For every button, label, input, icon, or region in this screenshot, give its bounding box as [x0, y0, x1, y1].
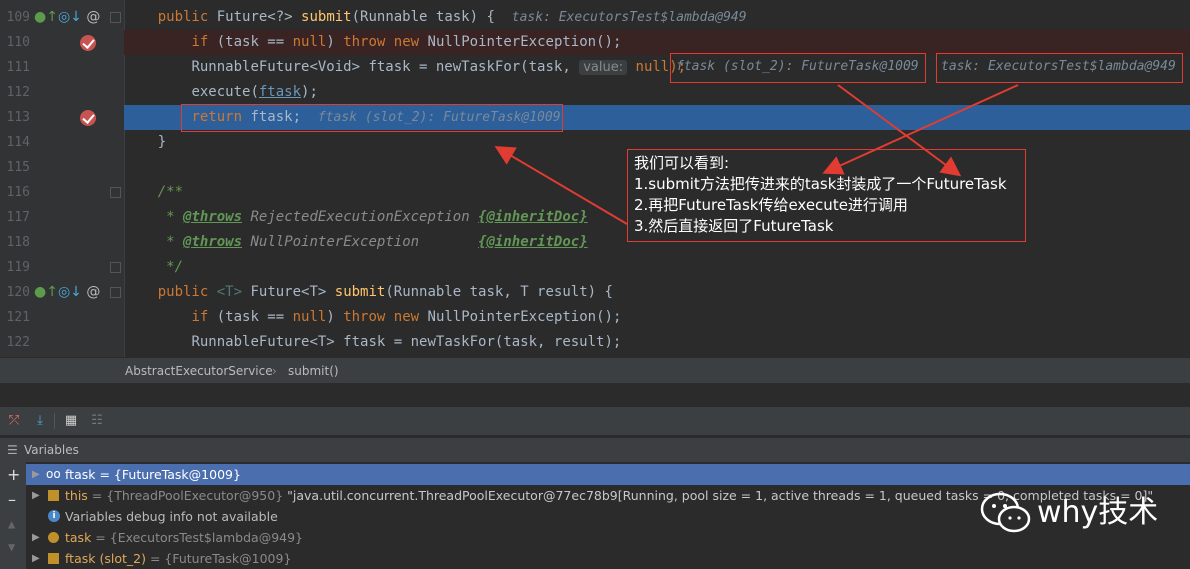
- field-icon: [48, 490, 59, 501]
- info-icon: i: [48, 510, 60, 522]
- variable-row-ftask-slot2[interactable]: ▶ ftask (slot_2) = {FutureTask@1009}: [26, 548, 1190, 569]
- restore-layout-icon[interactable]: ⤱: [5, 412, 23, 430]
- breadcrumb-class[interactable]: AbstractExecutorService: [125, 358, 273, 384]
- table-view-icon[interactable]: ▦: [62, 412, 80, 430]
- move-up-icon[interactable]: ▲: [8, 517, 15, 531]
- field-icon: [48, 553, 59, 564]
- breadcrumb-method[interactable]: submit(): [288, 358, 339, 384]
- step-icon[interactable]: ⤓: [31, 412, 49, 430]
- remove-watch-icon[interactable]: –: [8, 490, 16, 509]
- code-editor[interactable]: 109 ●↑◎↓ @ public Future<?> submit(Runna…: [0, 0, 1190, 357]
- arrow-to-return: [494, 145, 628, 225]
- breadcrumb: AbstractExecutorService › submit(): [0, 357, 1190, 384]
- parameter-icon: [48, 532, 59, 543]
- variables-panel-header: ☰ Variables: [0, 438, 1190, 462]
- variable-row-ftask[interactable]: ▶ oo ftask = {FutureTask@1009}: [26, 464, 1190, 485]
- toolbar-separator: [54, 413, 55, 429]
- expand-arrow-icon[interactable]: ▶: [32, 485, 40, 506]
- evaluate-icon[interactable]: ☷: [88, 412, 106, 430]
- wechat-logo-icon: [980, 492, 1031, 533]
- add-watch-icon[interactable]: +: [7, 465, 20, 484]
- editor-divider: [0, 383, 1190, 407]
- expand-arrow-icon[interactable]: ▶: [32, 548, 40, 569]
- breadcrumb-separator-icon: ›: [272, 364, 277, 378]
- debug-toolbar: ⤱ ⤓ ▦ ☷: [0, 407, 1190, 436]
- move-down-icon[interactable]: ▼: [8, 540, 15, 554]
- annotation-arrows: [494, 84, 1019, 225]
- variables-list-icon: ☰: [7, 443, 18, 457]
- expand-arrow-icon[interactable]: ▶: [32, 527, 40, 548]
- variables-title: Variables: [24, 443, 79, 457]
- watermark-text: why技术: [1037, 495, 1159, 530]
- variables-side-toolbar: + – ▲ ▼: [0, 462, 26, 569]
- arrow-to-note-1: [837, 84, 962, 177]
- expand-arrow-icon[interactable]: ▶: [32, 464, 40, 485]
- watch-glasses-icon: oo: [46, 467, 61, 481]
